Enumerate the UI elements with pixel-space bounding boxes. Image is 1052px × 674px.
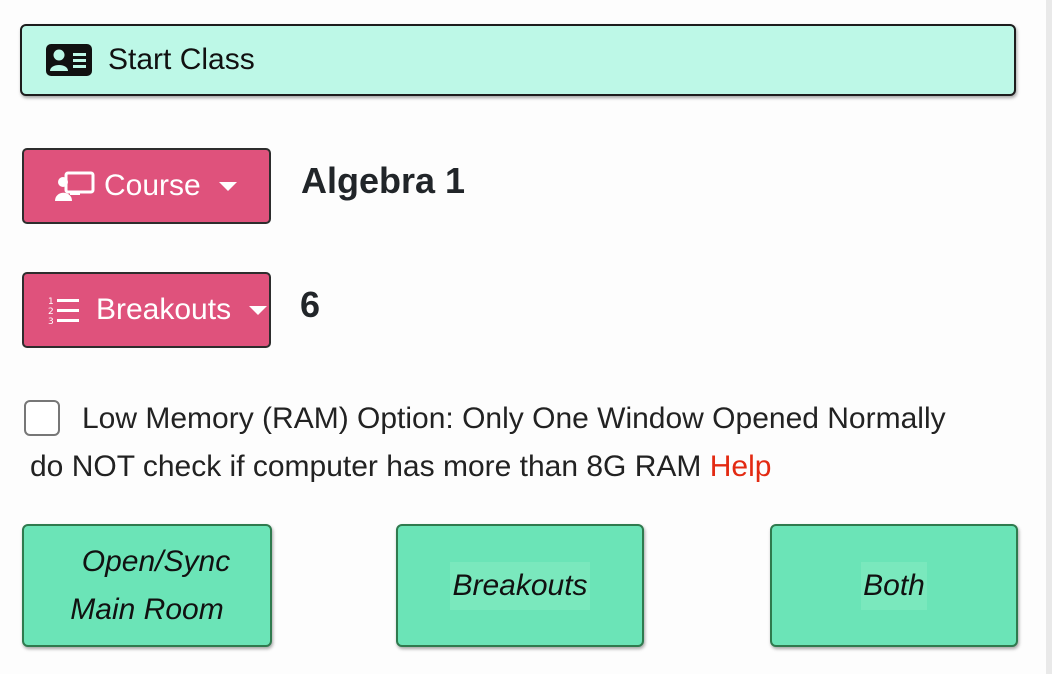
open-sync-line1: Open/Sync [81,544,231,578]
course-button-label: Course [104,169,201,202]
low-memory-note-text: do NOT check if computer has more than 8… [30,450,702,483]
selected-course: Algebra 1 [301,160,466,201]
open-both-label: Both [861,561,927,610]
list-ol-icon: 1 2 3 [48,295,80,325]
low-memory-label: Low Memory (RAM) Option: Only One Window… [82,402,946,435]
id-card-icon [46,44,92,76]
open-sync-line2: Main Room [70,592,224,626]
help-link[interactable]: Help [710,450,772,483]
breakout-count: 6 [300,284,321,325]
svg-text:3: 3 [48,317,54,325]
svg-text:2: 2 [48,307,54,317]
start-class-label: Start Class [108,43,255,76]
chevron-down-icon [218,181,237,191]
open-sync-main-room-button[interactable]: Open/Sync Main Room [22,524,272,647]
breakouts-button-label: Breakouts [96,293,232,326]
open-sync-label: Open/Sync Main Room [64,538,230,634]
open-breakouts-label: Breakouts [450,561,590,610]
page: Start Class Course Algebra 1 1 2 3 Break… [0,0,1052,674]
low-memory-note: do NOT check if computer has more than 8… [30,443,771,491]
svg-text:1: 1 [48,297,54,307]
open-both-button[interactable]: Both [770,524,1018,647]
course-dropdown-button[interactable]: Course [22,148,271,224]
window-edge [1046,0,1052,674]
open-breakouts-button[interactable]: Breakouts [396,524,644,647]
start-class-button[interactable]: Start Class [20,24,1016,96]
breakouts-dropdown-button[interactable]: 1 2 3 Breakouts [22,272,271,348]
chevron-down-icon [249,305,268,315]
chalkboard-teacher-icon [54,170,96,202]
low-memory-checkbox[interactable] [24,400,60,436]
